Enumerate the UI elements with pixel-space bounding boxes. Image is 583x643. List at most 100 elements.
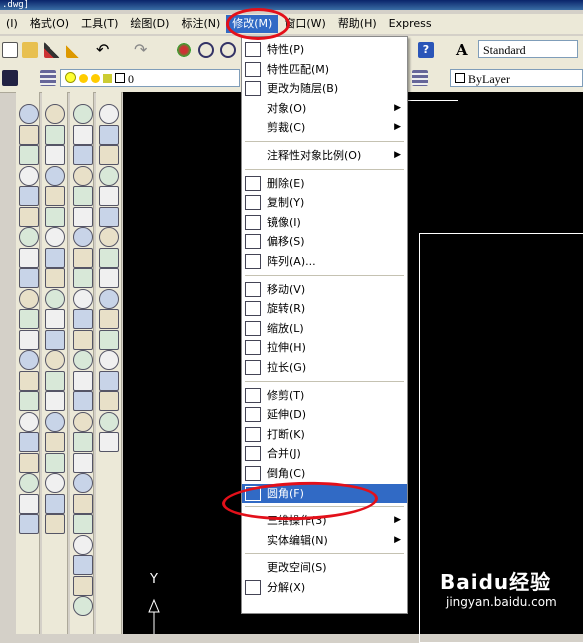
- color-combo[interactable]: ByLayer: [450, 69, 583, 87]
- menu-item-15[interactable]: 旋转(R): [242, 299, 407, 318]
- menu-item-23[interactable]: 合并(J): [242, 444, 407, 463]
- tool-icon[interactable]: [19, 432, 39, 452]
- tool-icon[interactable]: [19, 473, 39, 493]
- tool-icon[interactable]: [99, 165, 119, 186]
- tool-icon[interactable]: [19, 493, 39, 514]
- menubar-item-0[interactable]: (I): [0, 15, 24, 33]
- tool-icon[interactable]: [99, 370, 119, 391]
- menu-item-4[interactable]: 剪裁(C) ▶: [242, 118, 407, 137]
- menubar-item-4[interactable]: 标注(N): [175, 15, 226, 33]
- tool-icon[interactable]: [19, 514, 39, 534]
- tool-icon[interactable]: [99, 104, 119, 124]
- tool-icon[interactable]: [99, 124, 119, 145]
- tool-icon[interactable]: [19, 104, 39, 124]
- tool-icon[interactable]: [99, 247, 119, 268]
- tool-icon[interactable]: [73, 596, 93, 616]
- menu-item-24[interactable]: 倒角(C): [242, 464, 407, 483]
- menu-item-12[interactable]: 阵列(A)...: [242, 252, 407, 271]
- tool-icon[interactable]: [19, 227, 39, 247]
- layer-previous-icon[interactable]: [412, 70, 428, 86]
- tool-icon[interactable]: [73, 370, 93, 391]
- tool-icon[interactable]: [45, 206, 65, 227]
- tool-icon[interactable]: [73, 165, 93, 186]
- menubar-item-7[interactable]: 帮助(H): [332, 15, 383, 33]
- zoom-window-icon[interactable]: [220, 42, 236, 58]
- tool-icon[interactable]: [45, 452, 65, 473]
- menu-item-10[interactable]: 镜像(I): [242, 213, 407, 232]
- tool-icon[interactable]: [99, 432, 119, 452]
- paint-icon[interactable]: [66, 42, 82, 58]
- tool-icon[interactable]: [99, 206, 119, 227]
- menubar-item-3[interactable]: 绘图(D): [124, 15, 175, 33]
- menu-item-16[interactable]: 缩放(L): [242, 319, 407, 338]
- tool-icon[interactable]: [99, 186, 119, 206]
- pencil-icon[interactable]: [44, 42, 60, 58]
- zoom-realtime-icon[interactable]: [198, 42, 214, 58]
- layer-manager-icon[interactable]: [2, 70, 18, 86]
- layer-combo[interactable]: 0: [60, 69, 240, 87]
- tool-icon[interactable]: [19, 186, 39, 206]
- menu-item-14[interactable]: 移动(V): [242, 280, 407, 299]
- menu-item-11[interactable]: 偏移(S): [242, 232, 407, 251]
- tool-icon[interactable]: [45, 268, 65, 288]
- tool-icon[interactable]: [73, 391, 93, 411]
- tool-icon[interactable]: [73, 206, 93, 227]
- pan-icon[interactable]: [176, 42, 192, 58]
- tool-icon[interactable]: [73, 268, 93, 288]
- tool-icon[interactable]: [73, 411, 93, 432]
- menubar-item-2[interactable]: 工具(T): [75, 15, 124, 33]
- tool-icon[interactable]: [19, 329, 39, 350]
- tool-icon[interactable]: [45, 288, 65, 309]
- tool-icon[interactable]: [19, 350, 39, 370]
- menu-item-2[interactable]: 更改为随层(B): [242, 79, 407, 98]
- menubar-item-8[interactable]: Express: [383, 15, 438, 33]
- text-style-combo[interactable]: Standard: [478, 40, 578, 58]
- tool-icon[interactable]: [73, 493, 93, 514]
- tool-icon[interactable]: [73, 452, 93, 473]
- tool-icon[interactable]: [45, 329, 65, 350]
- tool-icon[interactable]: [45, 391, 65, 411]
- tool-icon[interactable]: [19, 309, 39, 329]
- tool-icon[interactable]: [99, 268, 119, 288]
- tool-icon[interactable]: [19, 391, 39, 411]
- tool-icon[interactable]: [73, 432, 93, 452]
- tool-icon[interactable]: [99, 227, 119, 247]
- tool-icon[interactable]: [19, 206, 39, 227]
- tool-icon[interactable]: [45, 493, 65, 514]
- menu-item-20[interactable]: 修剪(T): [242, 386, 407, 405]
- tool-icon[interactable]: [45, 411, 65, 432]
- tool-icon[interactable]: [45, 432, 65, 452]
- tool-icon[interactable]: [19, 370, 39, 391]
- tool-icon[interactable]: [73, 247, 93, 268]
- tool-icon[interactable]: [19, 247, 39, 268]
- tool-icon[interactable]: [45, 370, 65, 391]
- tool-icon[interactable]: [73, 534, 93, 555]
- tool-icon[interactable]: [73, 124, 93, 145]
- tool-icon[interactable]: [99, 411, 119, 432]
- menu-item-3[interactable]: 对象(O) ▶: [242, 99, 407, 118]
- tool-icon[interactable]: [45, 145, 65, 165]
- tool-icon[interactable]: [99, 391, 119, 411]
- tool-icon[interactable]: [19, 452, 39, 473]
- redo-icon[interactable]: ↷: [134, 42, 150, 58]
- menu-item-18[interactable]: 拉长(G): [242, 358, 407, 377]
- tool-icon[interactable]: [73, 227, 93, 247]
- text-style-icon[interactable]: A: [456, 42, 472, 58]
- tool-icon[interactable]: [19, 124, 39, 145]
- menubar-item-1[interactable]: 格式(O): [24, 15, 75, 33]
- menu-item-17[interactable]: 拉伸(H): [242, 338, 407, 357]
- tool-icon[interactable]: [45, 124, 65, 145]
- tool-icon[interactable]: [45, 247, 65, 268]
- tool-icon[interactable]: [45, 227, 65, 247]
- menu-item-28[interactable]: 实体编辑(N) ▶: [242, 531, 407, 550]
- tool-icon[interactable]: [45, 186, 65, 206]
- open-icon[interactable]: [22, 42, 38, 58]
- tool-icon[interactable]: [19, 411, 39, 432]
- tool-icon[interactable]: [19, 288, 39, 309]
- tool-icon[interactable]: [19, 268, 39, 288]
- tool-icon[interactable]: [45, 165, 65, 186]
- tool-icon[interactable]: [45, 104, 65, 124]
- tool-icon[interactable]: [99, 329, 119, 350]
- tool-icon[interactable]: [73, 575, 93, 596]
- layer-stack-icon[interactable]: [40, 70, 56, 86]
